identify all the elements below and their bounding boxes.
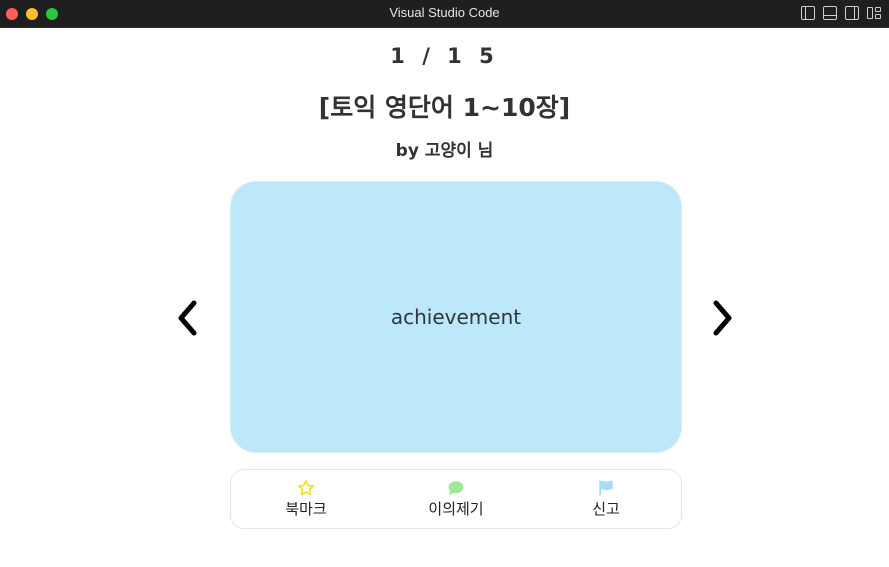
toggle-primary-sidebar-icon[interactable] <box>801 6 815 20</box>
flag-icon <box>599 480 613 496</box>
card-action-bar: 북마크 이의제기 신고 <box>230 469 682 529</box>
report-button[interactable]: 신고 <box>551 479 661 519</box>
bookmark-label: 북마크 <box>285 500 327 518</box>
customize-layout-icon[interactable] <box>867 6 881 20</box>
previous-card-button[interactable] <box>168 296 208 340</box>
card-counter: 1 / 1 5 <box>390 44 499 68</box>
flashcard-word: achievement <box>390 305 522 329</box>
dispute-button[interactable]: 이의제기 <box>401 479 511 519</box>
deck-title: [토익 영단어 1~10장] <box>318 93 571 122</box>
dispute-label: 이의제기 <box>428 500 484 518</box>
window-title: Visual Studio Code <box>389 5 500 20</box>
star-icon <box>297 480 315 496</box>
report-label: 신고 <box>592 500 620 518</box>
layout-controls <box>801 6 881 20</box>
chevron-left-icon <box>178 300 197 336</box>
bookmark-button[interactable]: 북마크 <box>251 479 361 519</box>
next-card-button[interactable] <box>702 296 742 340</box>
toggle-panel-icon[interactable] <box>823 6 837 20</box>
toggle-secondary-sidebar-icon[interactable] <box>845 6 859 20</box>
chevron-right-icon <box>713 300 732 336</box>
speech-bubble-icon <box>448 481 464 496</box>
flashcard[interactable]: achievement <box>230 181 682 453</box>
window-titlebar: Visual Studio Code <box>0 0 889 28</box>
deck-author: by 고양이 님 <box>395 141 494 161</box>
